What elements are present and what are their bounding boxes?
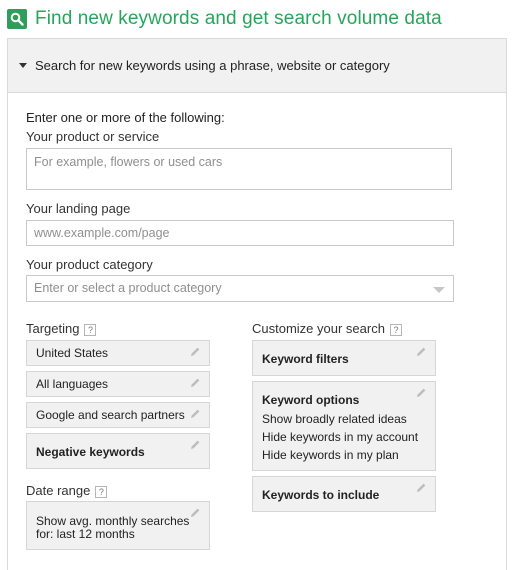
page-header: Find new keywords and get search volume … [7,8,442,30]
keyword-option-line: Show broadly related ideas [262,412,407,426]
keyword-filters-label: Keyword filters [262,352,349,366]
pencil-icon [191,508,200,517]
pencil-icon [417,483,426,492]
date-range-card[interactable]: Show avg. monthly searches for: last 12 … [26,501,210,550]
targeting-language-label: All languages [36,377,109,391]
search-icon [7,9,27,29]
date-range-label-text: Date range [26,483,91,498]
keywords-to-include-card[interactable]: Keywords to include [252,476,436,512]
help-icon[interactable]: ? [95,485,108,498]
pencil-icon [417,388,426,397]
date-range-line-1: Show avg. monthly searches [36,514,190,528]
negative-keywords-label: Negative keywords [36,445,145,459]
targeting-network-label: Google and search partners [36,408,185,422]
category-label: Your product category [26,257,153,272]
targeting-negative-keywords[interactable]: Negative keywords [26,433,210,469]
product-input[interactable]: For example, flowers or used cars [26,148,452,190]
pencil-icon [191,347,200,356]
product-label: Your product or service [26,129,160,144]
help-icon[interactable]: ? [84,323,97,336]
targeting-network[interactable]: Google and search partners [26,402,210,428]
category-select[interactable]: Enter or select a product category [26,275,454,302]
help-icon[interactable]: ? [389,323,402,336]
targeting-label: Targeting? [26,321,97,336]
product-placeholder: For example, flowers or used cars [34,155,223,169]
form-intro: Enter one or more of the following: [26,110,225,125]
date-range-line-2: for: last 12 months [36,527,135,541]
chevron-down-icon [433,287,445,293]
pencil-icon [191,378,200,387]
landing-page-placeholder: www.example.com/page [34,226,170,240]
keywords-to-include-label: Keywords to include [262,488,380,502]
targeting-label-text: Targeting [26,321,80,336]
customize-label: Customize your search? [252,321,402,336]
targeting-language[interactable]: All languages [26,371,210,397]
keyword-options-title: Keyword options [262,393,360,407]
targeting-location[interactable]: United States [26,340,210,366]
collapse-triangle-icon [19,63,27,68]
keyword-option-line: Hide keywords in my plan [262,448,399,462]
pencil-icon [191,440,200,449]
pencil-icon [191,409,200,418]
landing-page-label: Your landing page [26,201,131,216]
pencil-icon [417,347,426,356]
keyword-option-line: Hide keywords in my account [262,430,419,444]
landing-page-input[interactable]: www.example.com/page [26,220,454,246]
search-panel-toggle[interactable]: Search for new keywords using a phrase, … [8,39,506,93]
customize-label-text: Customize your search [252,321,385,336]
date-range-label: Date range? [26,483,108,498]
page-title: Find new keywords and get search volume … [35,8,442,29]
category-placeholder: Enter or select a product category [34,281,222,295]
search-panel-title: Search for new keywords using a phrase, … [35,58,390,73]
keyword-filters-card[interactable]: Keyword filters [252,340,436,376]
targeting-location-label: United States [36,346,109,360]
keyword-options-card[interactable]: Keyword options Show broadly related ide… [252,381,436,471]
